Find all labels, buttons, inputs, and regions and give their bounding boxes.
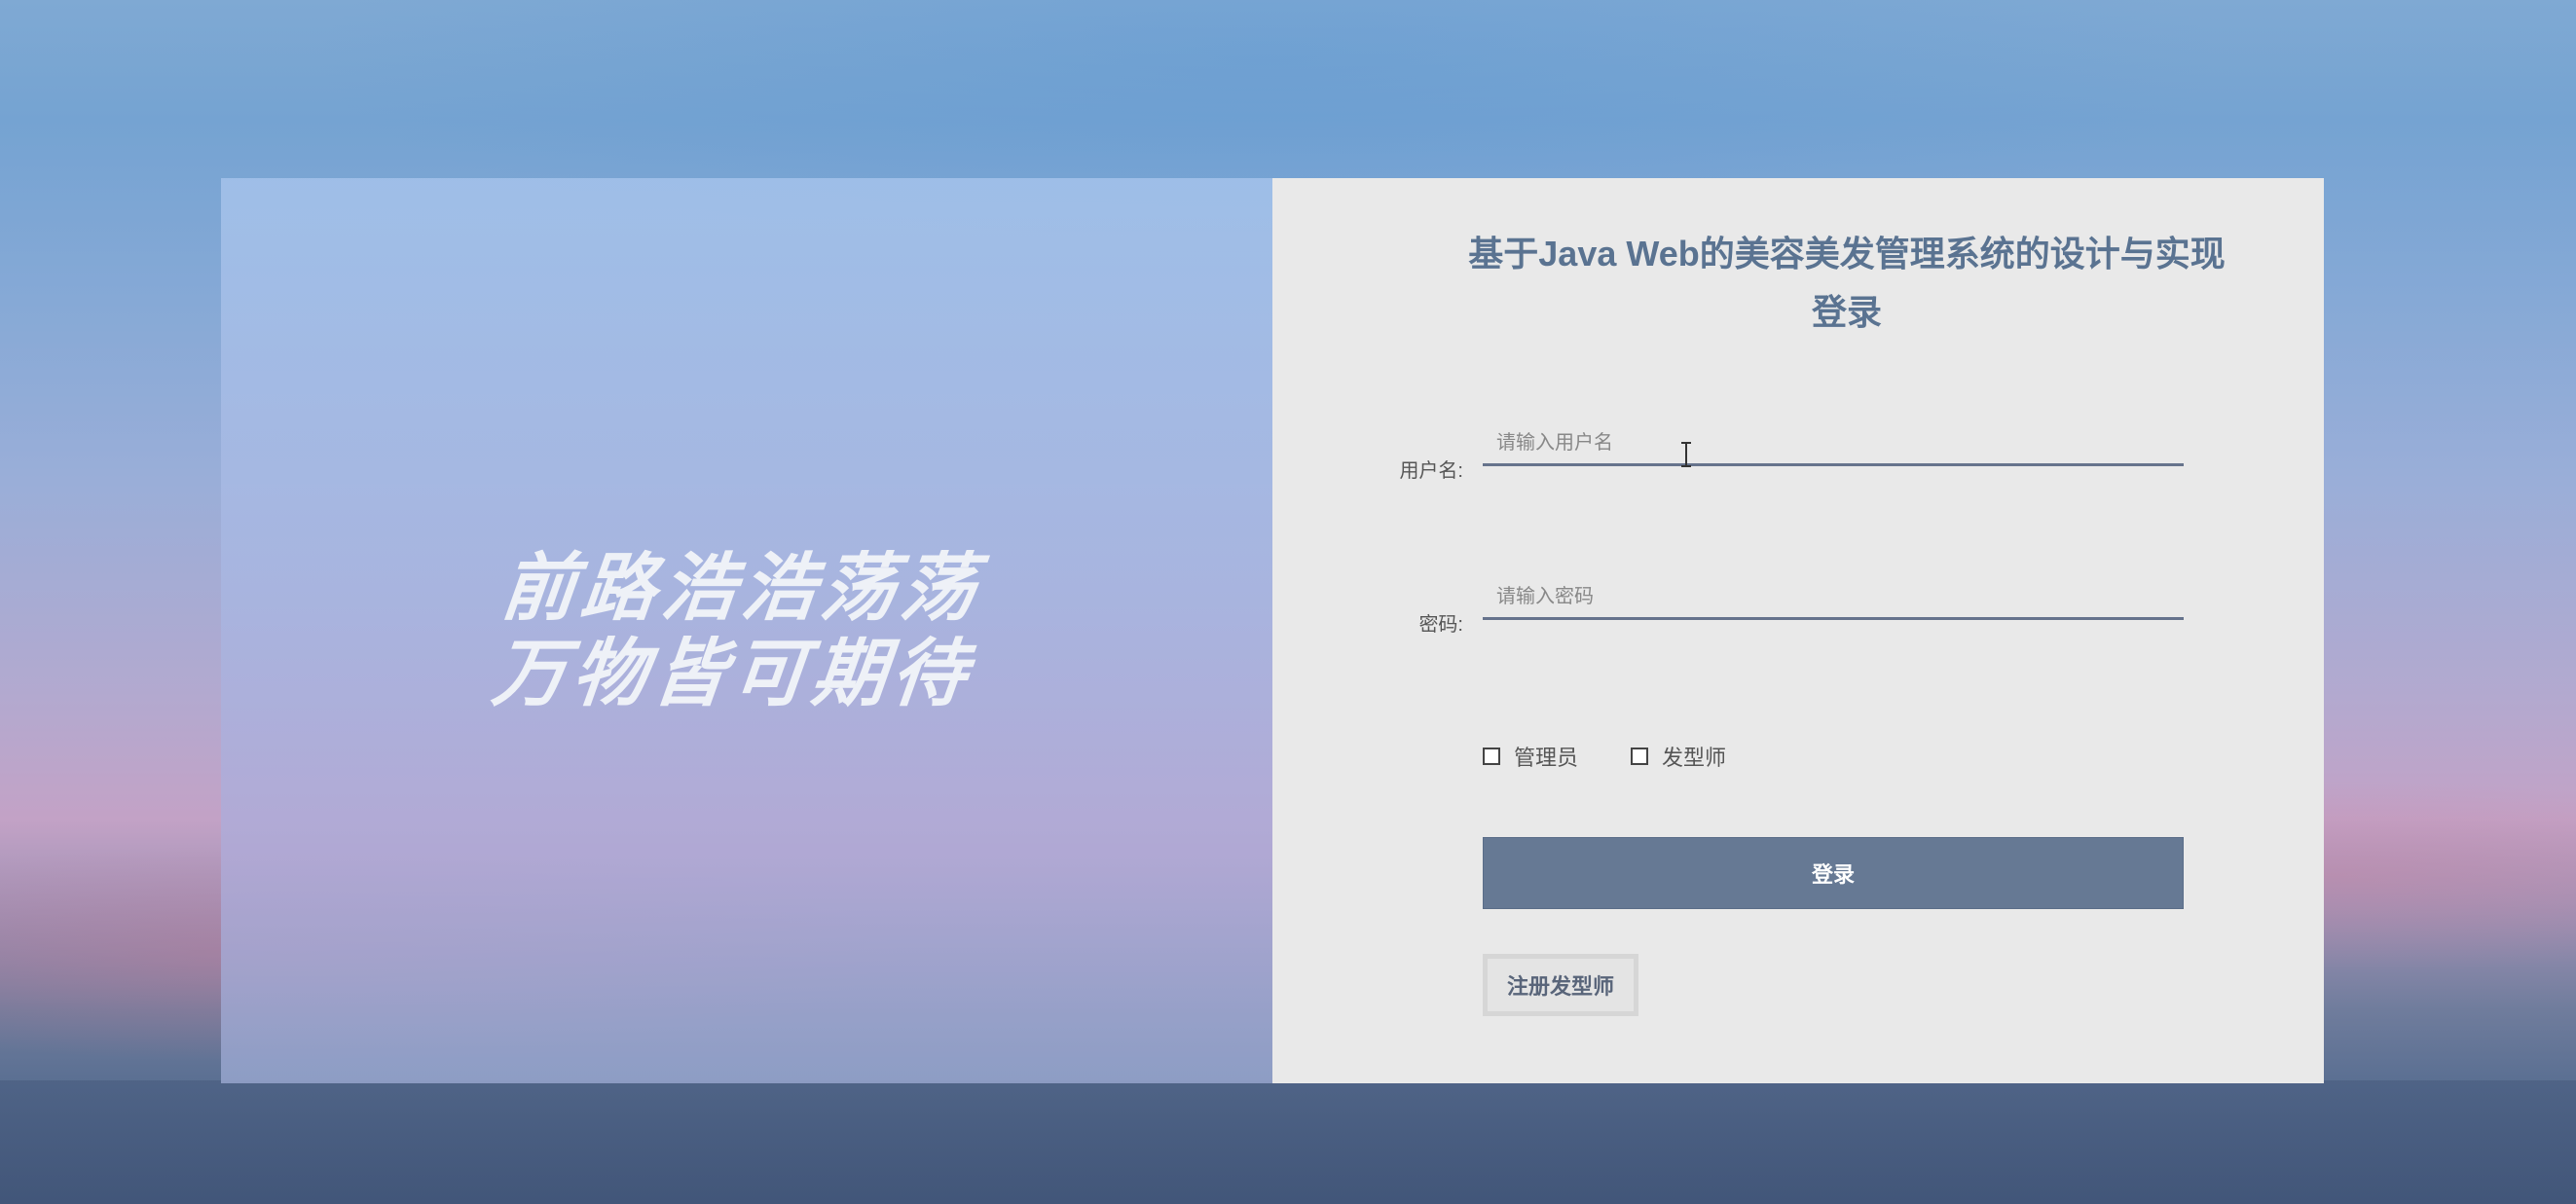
stylist-checkbox[interactable] xyxy=(1631,748,1648,765)
sea-strip xyxy=(0,1080,2576,1204)
text-cursor-icon xyxy=(1681,442,1691,467)
slogan-line-2: 万物皆可期待 xyxy=(488,630,977,716)
login-button[interactable]: 登录 xyxy=(1483,837,2184,909)
slogan: 前路浩浩荡荡 万物皆可期待 xyxy=(488,544,986,716)
role-option-admin[interactable]: 管理员 xyxy=(1483,741,1578,772)
username-input[interactable] xyxy=(1483,423,2184,466)
role-option-stylist[interactable]: 发型师 xyxy=(1631,741,1726,772)
stylist-label: 发型师 xyxy=(1662,746,1727,770)
page-title: 基于Java Web的美容美发管理系统的设计与实现登录 xyxy=(1468,234,2226,332)
admin-checkbox[interactable] xyxy=(1483,748,1500,765)
password-input[interactable] xyxy=(1483,577,2184,620)
register-stylist-button[interactable]: 注册发型师 xyxy=(1483,954,1639,1016)
password-label: 密码: xyxy=(1418,614,1463,636)
slogan-panel: 前路浩浩荡荡 万物皆可期待 xyxy=(221,178,1272,1083)
login-panel: 基于Java Web的美容美发管理系统的设计与实现登录 用户名: 密码: 管理员… xyxy=(1272,178,2324,1083)
slogan-line-1: 前路浩浩荡荡 xyxy=(497,544,986,631)
username-label: 用户名: xyxy=(1399,460,1463,482)
admin-label: 管理员 xyxy=(1514,746,1579,770)
